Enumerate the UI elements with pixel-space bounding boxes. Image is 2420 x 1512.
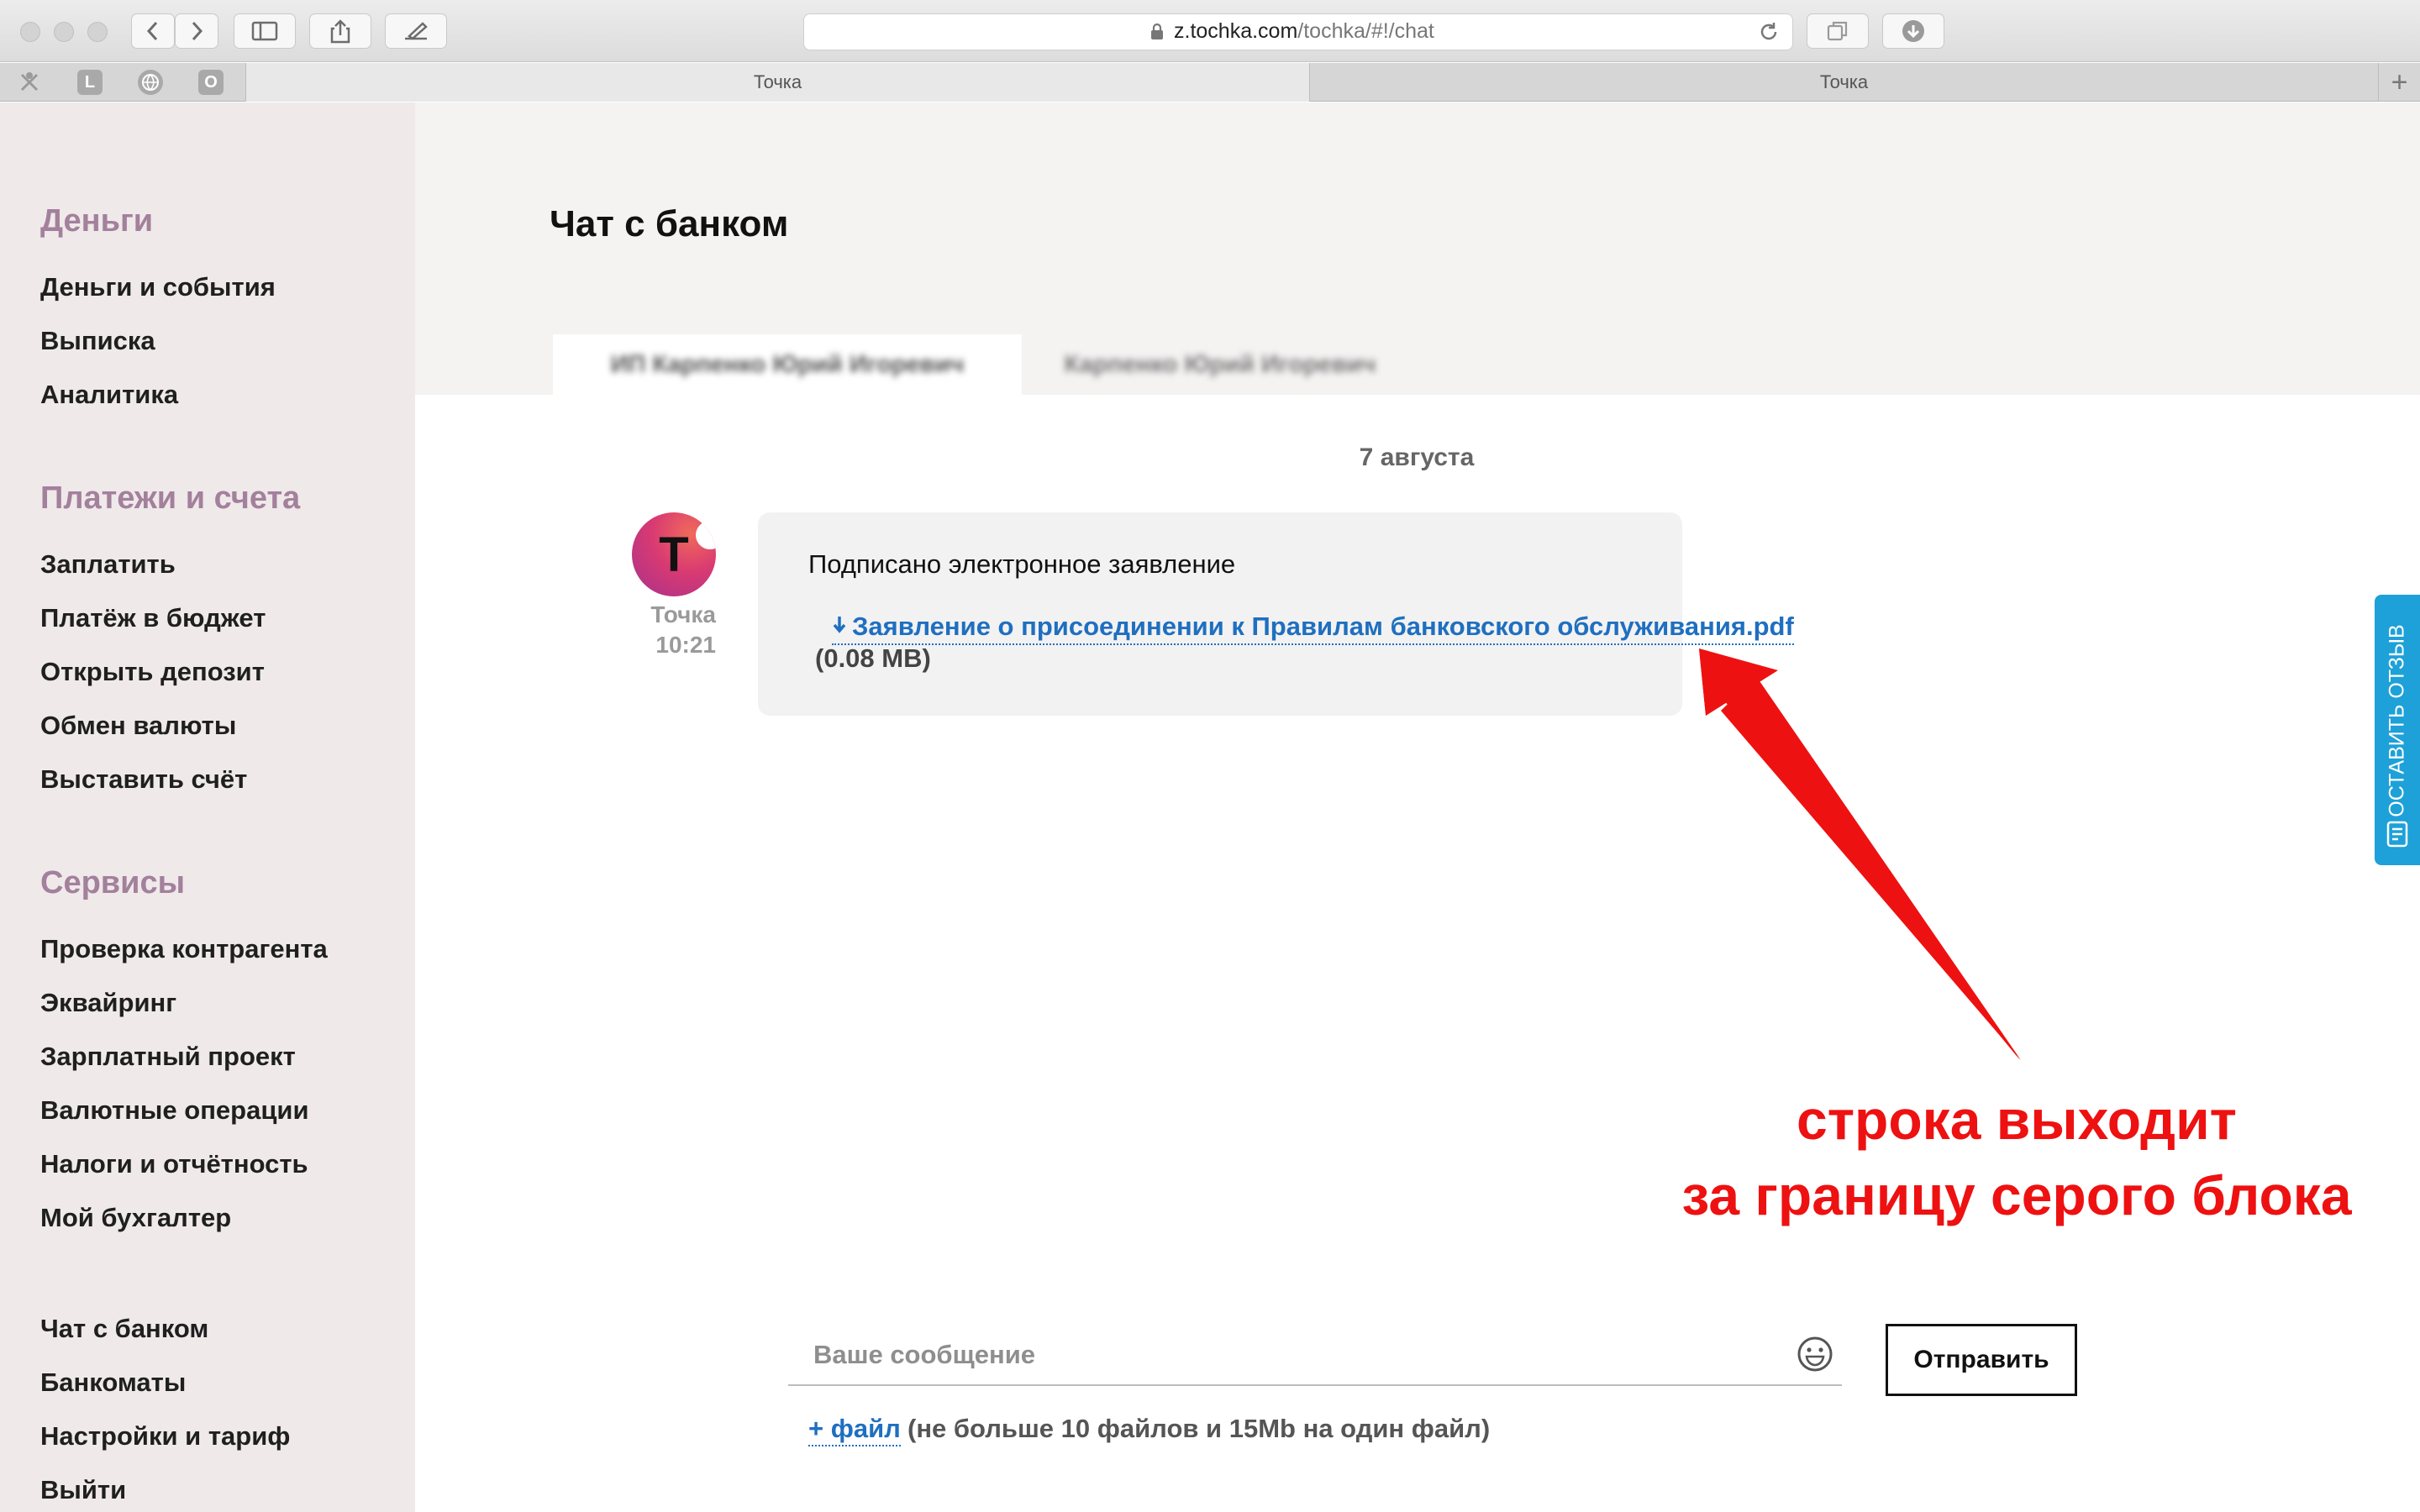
message-input[interactable]: [788, 1326, 1842, 1386]
annotation-text: строка выходит за границу серого блока: [1647, 1082, 2386, 1233]
annotation-line-1: строка выходит: [1797, 1089, 2237, 1151]
annotation-arrow: [1699, 648, 2021, 1060]
send-button[interactable]: Отправить: [1886, 1324, 2077, 1396]
attach-hint: (не больше 10 файлов и 15Mb на один файл…: [908, 1414, 1491, 1443]
annotation-line-2: за границу серого блока: [1681, 1164, 2352, 1226]
attach-file-link[interactable]: + файл: [808, 1413, 901, 1446]
emoji-icon[interactable]: [1797, 1336, 1833, 1373]
